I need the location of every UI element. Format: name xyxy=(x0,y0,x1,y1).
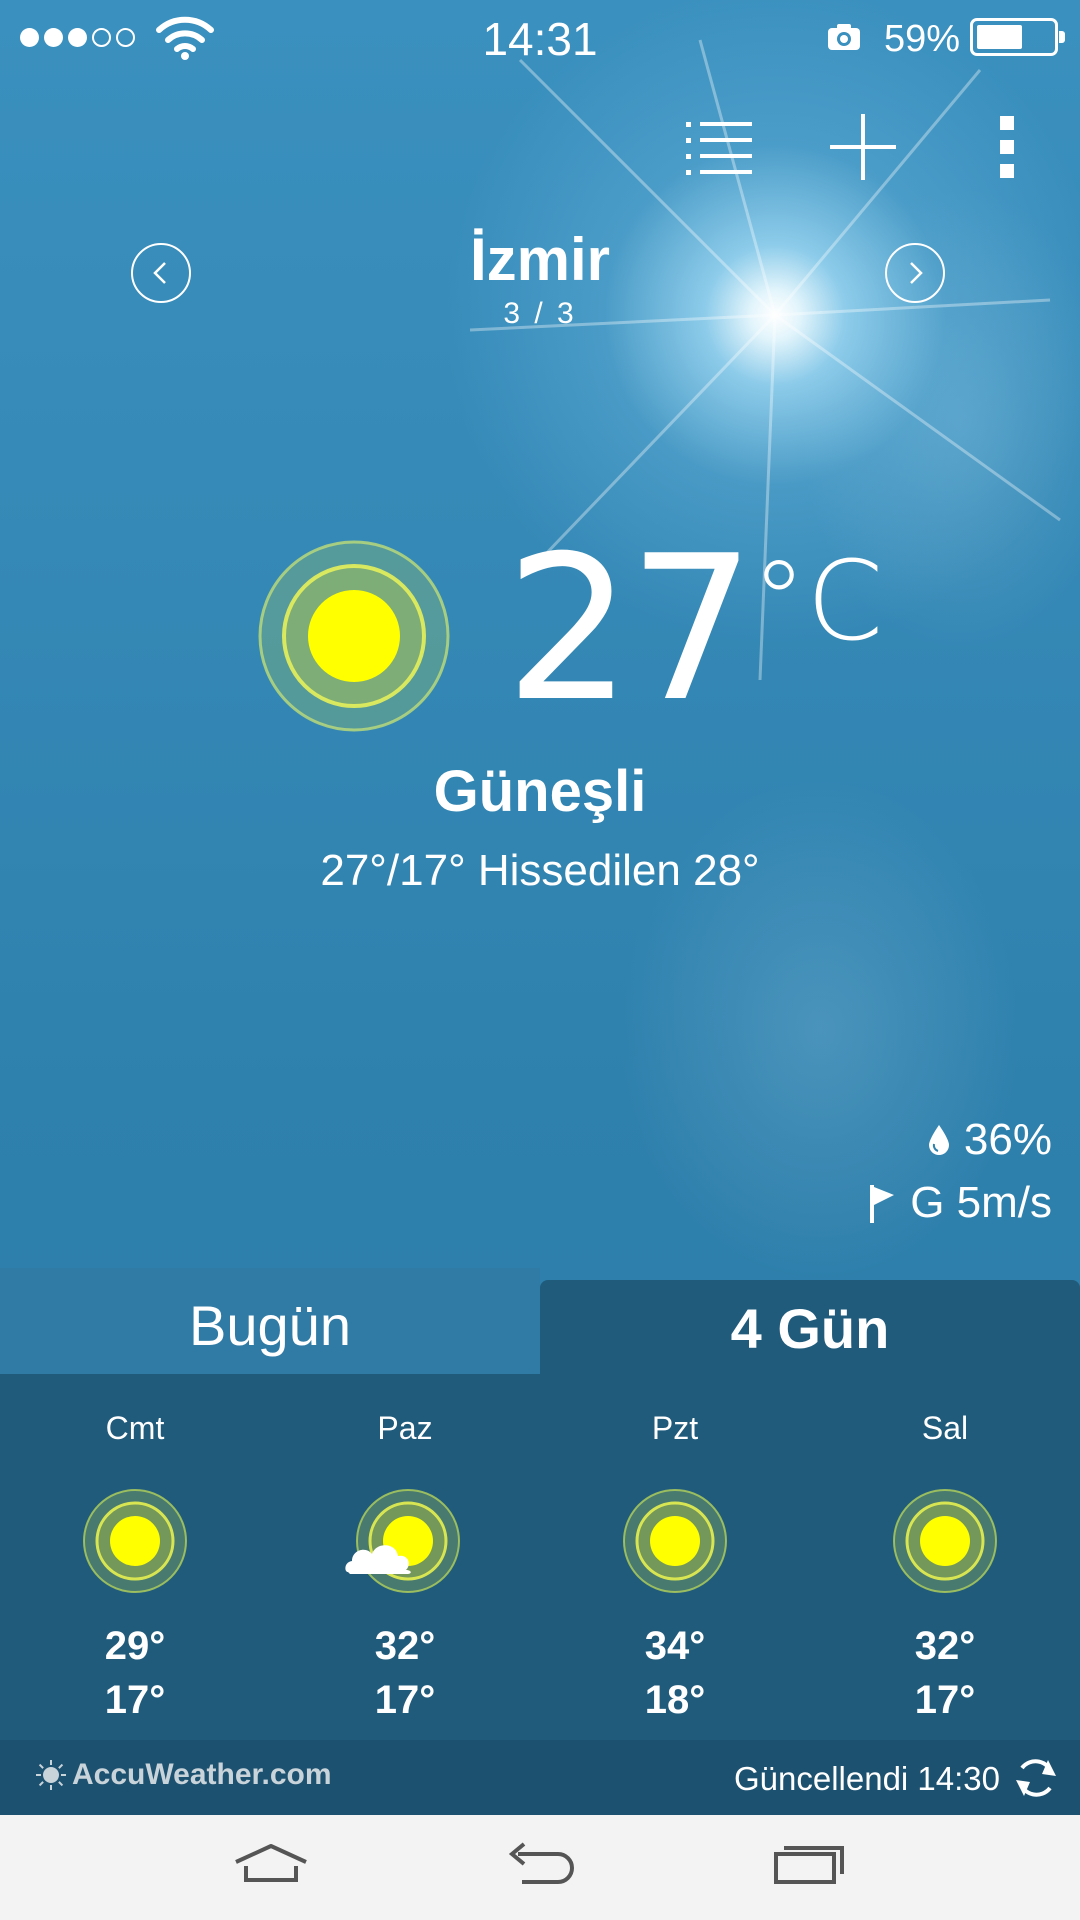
sun-icon xyxy=(893,1489,997,1593)
droplet-icon xyxy=(928,1125,949,1155)
forecast-high: 32° xyxy=(374,1624,436,1668)
accuweather-logo[interactable]: AccuWeather.com xyxy=(36,1758,332,1792)
temperature-range: 27°/17° Hissedilen 28° xyxy=(320,846,760,895)
humidity: 36% xyxy=(928,1115,1052,1165)
forecast-low: 17° xyxy=(914,1678,976,1722)
forecast-day-name: Pzt xyxy=(651,1410,699,1446)
refresh-icon[interactable] xyxy=(1012,1754,1060,1802)
provider-name: AccuWeather.com xyxy=(72,1758,332,1791)
temperature-unit: °C xyxy=(751,537,884,665)
sun-icon xyxy=(258,540,450,732)
battery-nub xyxy=(1059,31,1065,43)
updated-time: Güncellendi 14:30 xyxy=(733,1760,1000,1797)
status-bar: 14:31 59% xyxy=(0,0,1080,80)
wind: G 5m/s xyxy=(868,1178,1052,1228)
forecast-day-name: Cmt xyxy=(105,1410,165,1446)
wind-flag-icon xyxy=(870,1185,895,1223)
battery-percent: 59% xyxy=(884,18,961,60)
more-vertical-icon[interactable] xyxy=(998,114,1018,180)
wind-value: G 5m/s xyxy=(910,1178,1052,1227)
forecast-high: 32° xyxy=(914,1624,976,1668)
forecast-day-name: Sal xyxy=(921,1410,969,1446)
sun-icon xyxy=(83,1489,187,1593)
footer-bar: AccuWeather.com Güncellendi 14:30 xyxy=(0,1740,1080,1815)
forecast-high: 29° xyxy=(104,1624,166,1668)
tab-today[interactable]: Bugün xyxy=(0,1268,540,1374)
plus-icon[interactable] xyxy=(830,114,896,180)
camera-icon xyxy=(828,24,860,50)
partly-cloudy-icon xyxy=(345,1489,460,1593)
accuweather-sun-icon xyxy=(36,1760,66,1790)
forecast-panel: Cmt 29° 17° Paz 32° 17° Pzt 34° 18° Sal xyxy=(0,1374,1080,1740)
forecast-high: 34° xyxy=(644,1624,706,1668)
battery-fill xyxy=(977,25,1022,49)
tab-four-day[interactable]: 4 Gün xyxy=(540,1280,1080,1374)
navigation-bar xyxy=(0,1815,1080,1920)
battery-icon xyxy=(970,18,1065,56)
forecast-low: 17° xyxy=(104,1678,166,1722)
back-icon[interactable] xyxy=(504,1840,576,1890)
weather-condition: Güneşli xyxy=(433,759,647,824)
recent-apps-icon[interactable] xyxy=(774,1840,846,1890)
current-temperature: 27°C xyxy=(505,530,883,730)
list-icon[interactable] xyxy=(686,120,752,176)
city-name: İzmir xyxy=(469,226,611,293)
temperature-value: 27 xyxy=(505,513,755,746)
home-icon[interactable] xyxy=(232,1840,310,1890)
humidity-value: 36% xyxy=(963,1115,1052,1164)
city-index: 3 / 3 xyxy=(503,297,577,330)
forecast-low: 17° xyxy=(374,1678,436,1722)
forecast-low: 18° xyxy=(644,1678,706,1722)
sun-icon xyxy=(623,1489,727,1593)
forecast-day-name: Paz xyxy=(377,1410,433,1446)
